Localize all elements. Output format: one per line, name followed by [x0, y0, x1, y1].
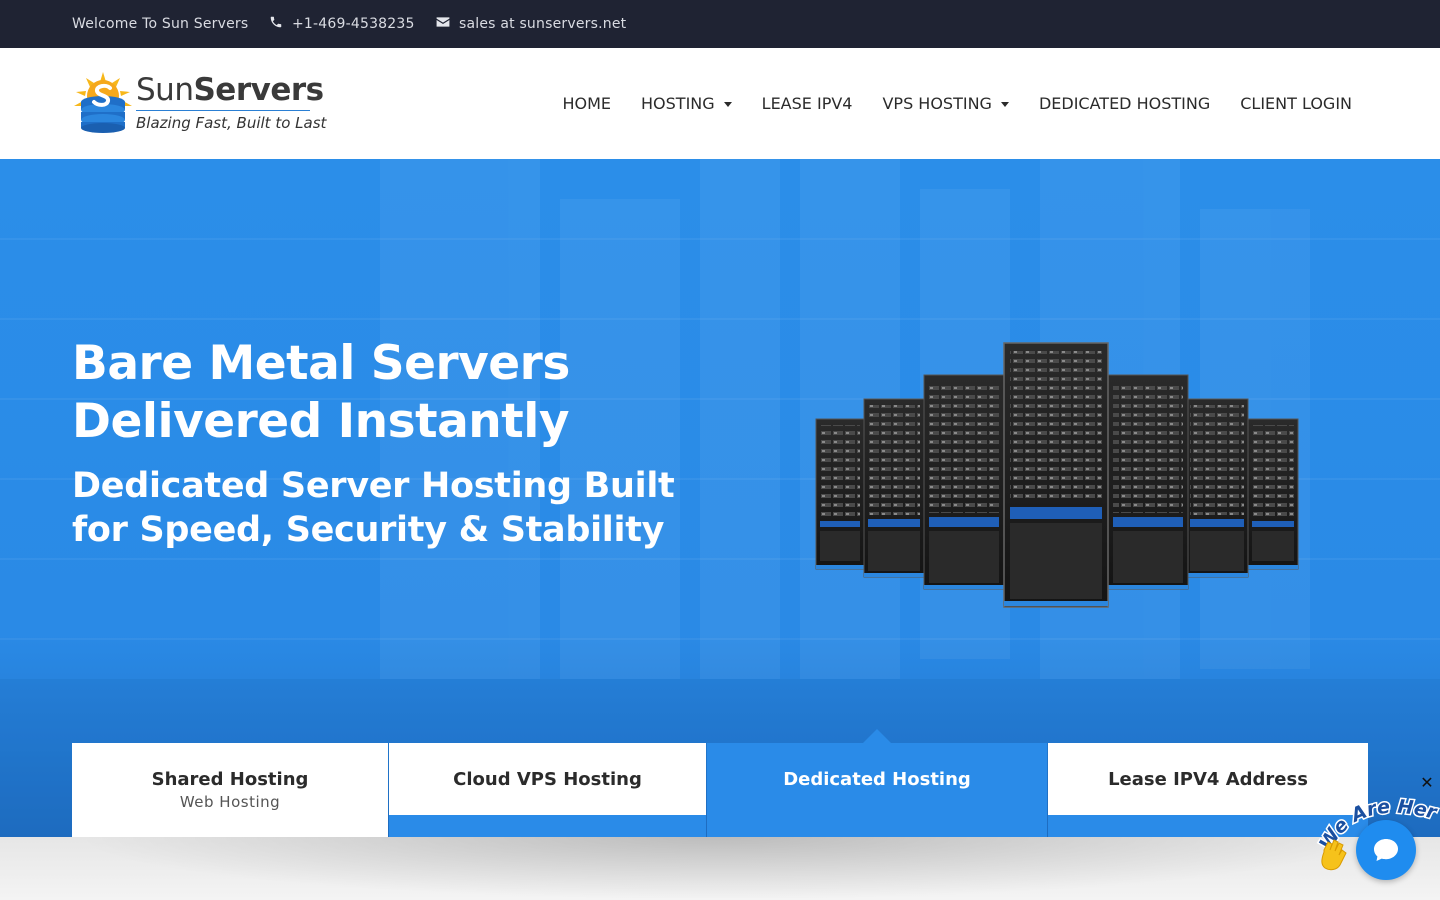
nav-lease-ipv4[interactable]: LEASE IPV4: [762, 94, 853, 113]
phone-icon: [269, 15, 292, 33]
email-contact[interactable]: sales at sunservers.net: [436, 0, 626, 48]
tabs-shadow: [72, 837, 1368, 900]
active-tab-pointer: [863, 729, 891, 743]
logo-name-light: Sun: [136, 72, 194, 108]
nav-dedicated-hosting[interactable]: DEDICATED HOSTING: [1039, 94, 1210, 113]
nav-vps-hosting[interactable]: VPS HOSTING: [882, 94, 1009, 113]
caret-down-icon: [723, 101, 732, 107]
hero-subheadline-line2: for Speed, Security & Stability: [72, 510, 665, 550]
tab-shared-hosting-subtitle: Web Hosting: [179, 793, 281, 811]
chat-bubble-icon: [1374, 839, 1398, 861]
chat-launcher-button[interactable]: [1356, 820, 1416, 880]
logo-name-bold: Servers: [193, 72, 324, 108]
phone-number[interactable]: +1-469-4538235: [292, 16, 415, 32]
hero-banner: Bare Metal Servers Delivered Instantly D…: [0, 159, 1440, 837]
nav-client-login[interactable]: CLIENT LOGIN: [1240, 94, 1352, 113]
site-logo[interactable]: SunServers Blazing Fast, Built to Last: [72, 70, 326, 136]
logo-wordmark: SunServers: [136, 72, 324, 108]
nav-lease-ipv4-label: LEASE IPV4: [761, 94, 853, 113]
tab-shared-hosting[interactable]: Shared Hosting Web Hosting: [72, 743, 388, 837]
nav-hosting[interactable]: HOSTING: [641, 94, 732, 113]
phone-contact[interactable]: +1-469-4538235: [269, 0, 415, 48]
envelope-icon: [436, 16, 459, 32]
nav-home[interactable]: HOME: [562, 94, 611, 113]
sun-logo-icon: [74, 72, 132, 133]
logo-tagline: Blazing Fast, Built to Last: [136, 114, 327, 132]
hero-headline: Bare Metal Servers Delivered Instantly: [72, 335, 712, 451]
chat-close-button[interactable]: ✕: [1418, 774, 1436, 792]
top-bar: Welcome To Sun Servers +1-469-4538235 sa…: [0, 0, 1440, 48]
tab-strip: [389, 815, 706, 837]
welcome-label: Welcome To Sun Servers: [72, 16, 249, 32]
hosting-tabs: Shared Hosting Web Hosting Cloud VPS Hos…: [72, 729, 1368, 837]
tab-dedicated-hosting[interactable]: Dedicated Hosting: [707, 729, 1047, 837]
logo-divider: [136, 110, 310, 111]
nav-home-label: HOME: [562, 94, 612, 113]
hero-headline-line1: Bare Metal Servers: [72, 336, 570, 391]
nav-client-login-label: CLIENT LOGIN: [1240, 94, 1352, 113]
welcome-text: Welcome To Sun Servers: [72, 0, 248, 48]
caret-down-icon: [1000, 101, 1009, 107]
hero-subheadline: Dedicated Server Hosting Built for Speed…: [72, 464, 712, 552]
tab-cloud-vps-hosting[interactable]: Cloud VPS Hosting: [389, 743, 706, 837]
tab-cloud-vps-hosting-title: Cloud VPS Hosting: [453, 769, 642, 790]
site-header: SunServers Blazing Fast, Built to Last H…: [0, 48, 1440, 159]
server-racks-image: [815, 342, 1299, 608]
tab-shared-hosting-title: Shared Hosting: [151, 769, 309, 790]
email-address[interactable]: sales at sunservers.net: [459, 16, 626, 32]
main-nav: HOME HOSTING LEASE IPV4 VPS HOSTING DEDI…: [532, 48, 1352, 159]
hero-headline-line2: Delivered Instantly: [72, 394, 569, 449]
nav-hosting-label: HOSTING: [641, 94, 715, 113]
hero-subheadline-line1: Dedicated Server Hosting Built: [72, 466, 675, 506]
nav-vps-hosting-label: VPS HOSTING: [882, 94, 992, 113]
tab-dedicated-hosting-title: Dedicated Hosting: [783, 769, 971, 790]
nav-dedicated-hosting-label: DEDICATED HOSTING: [1038, 94, 1211, 113]
